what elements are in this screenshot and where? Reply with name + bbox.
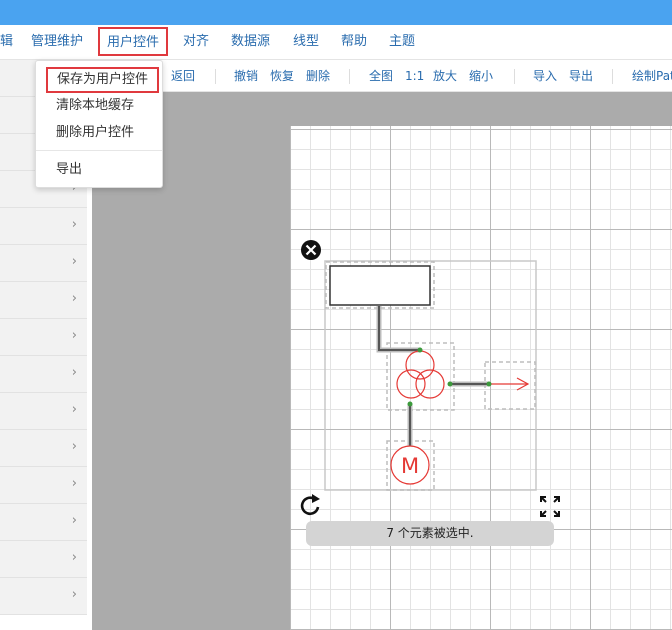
clear-local-cache-item[interactable]: 清除本地缓存: [36, 93, 162, 119]
menu-divider: [36, 150, 162, 151]
save-as-user-control-item[interactable]: 保存为用户控件: [46, 67, 159, 93]
selection-status: 7 个元素被选中.: [306, 521, 554, 546]
motor-label: M: [401, 454, 419, 478]
connection-port[interactable]: [447, 381, 453, 387]
element-dash-box: [386, 342, 455, 411]
connector-line[interactable]: [378, 306, 420, 351]
connector-line-halo: [376, 306, 420, 353]
connection-port[interactable]: [407, 401, 413, 407]
resize-icon[interactable]: [540, 496, 560, 517]
rectangle-node[interactable]: [329, 265, 431, 306]
rotate-icon[interactable]: [300, 494, 320, 516]
element-dash-box: [484, 361, 536, 410]
connection-port[interactable]: [417, 347, 423, 353]
export-item[interactable]: 导出: [36, 157, 162, 183]
user-controls-dropdown: 保存为用户控件 清除本地缓存 删除用户控件 导出: [35, 60, 163, 188]
connection-port[interactable]: [486, 381, 492, 387]
close-icon[interactable]: [301, 240, 321, 260]
delete-user-control-item[interactable]: 删除用户控件: [36, 120, 162, 146]
